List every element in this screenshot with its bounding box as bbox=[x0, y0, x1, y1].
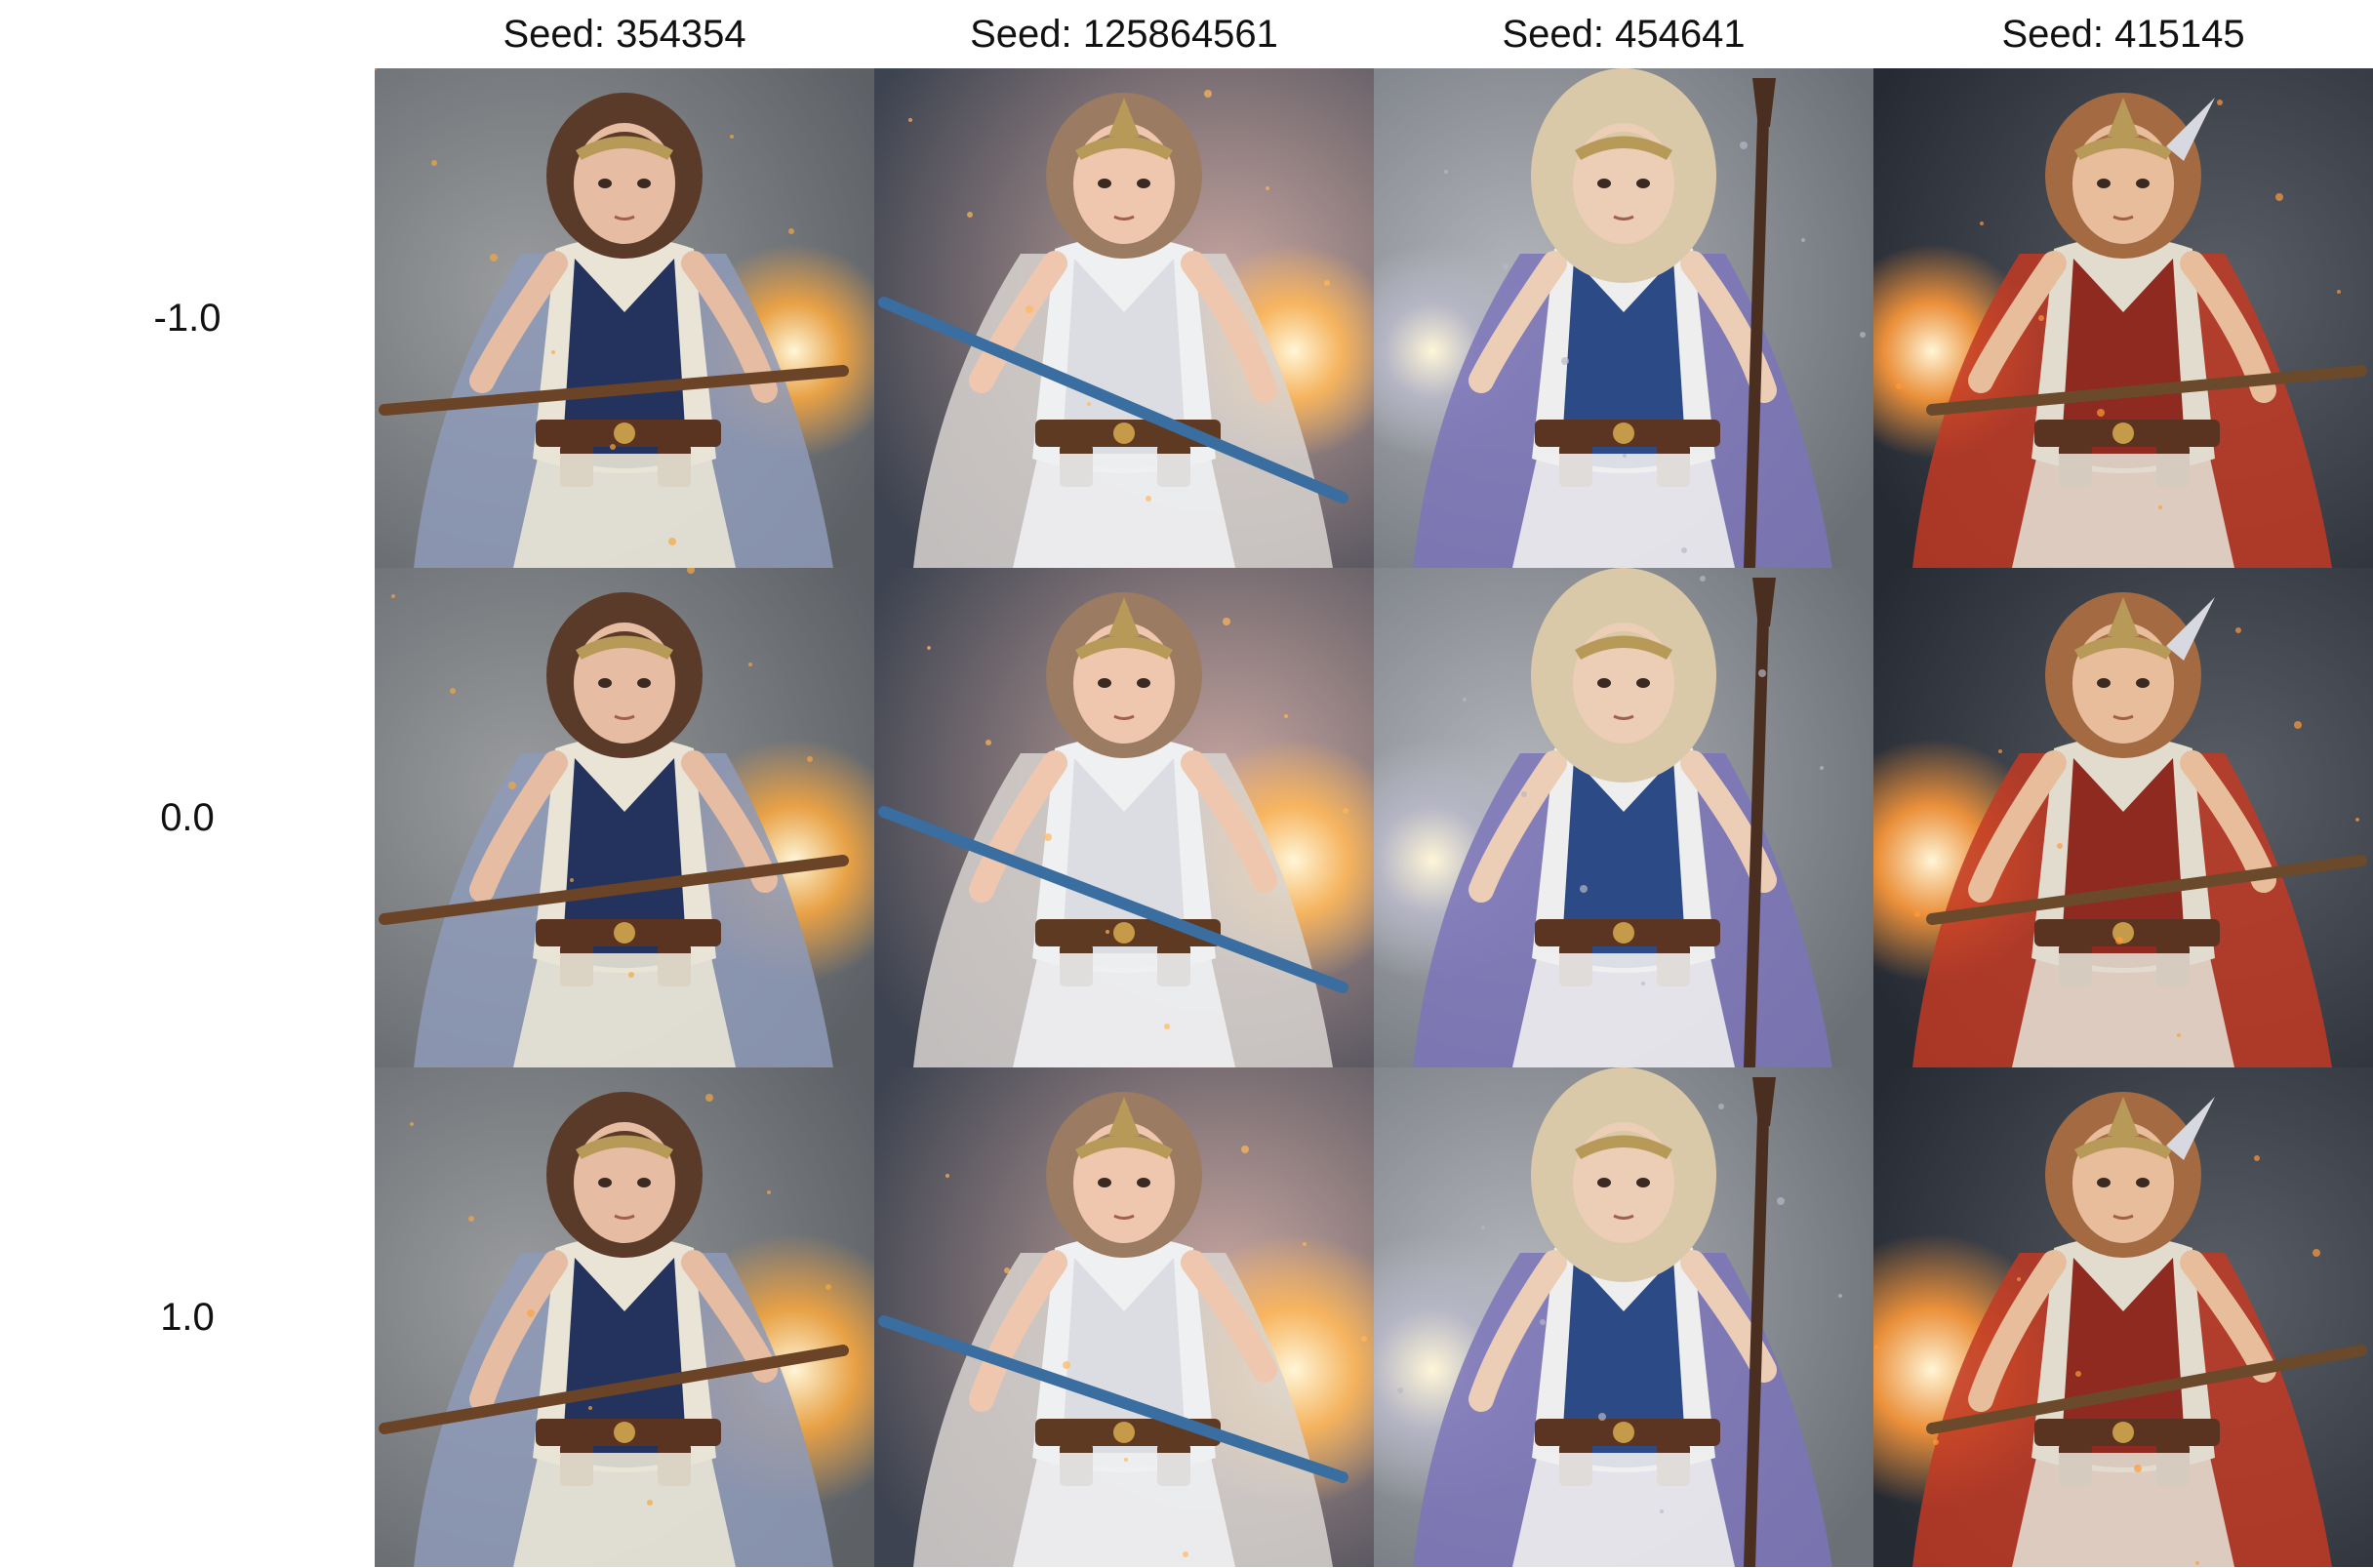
column-header-seed-454641: Seed: 454641 bbox=[1502, 12, 1746, 56]
row-label-neg1: -1.0 bbox=[153, 296, 221, 340]
grid-image-r1-c0 bbox=[375, 568, 874, 1067]
character-illustration bbox=[1374, 568, 1873, 1067]
grid-image-r2-c1 bbox=[874, 1067, 1374, 1567]
character-illustration bbox=[874, 1067, 1374, 1567]
grid-image-r2-c3 bbox=[1873, 1067, 2373, 1567]
character-illustration bbox=[375, 568, 874, 1067]
grid-image-r2-c0 bbox=[375, 1067, 874, 1567]
character-illustration bbox=[1374, 68, 1873, 568]
grid-image-r0-c3 bbox=[1873, 68, 2373, 568]
row-label-pos1: 1.0 bbox=[160, 1295, 215, 1339]
row-label-0: 0.0 bbox=[160, 795, 215, 839]
character-illustration bbox=[1873, 1067, 2373, 1567]
column-header-seed-125864561: Seed: 125864561 bbox=[970, 12, 1278, 56]
character-illustration bbox=[375, 1067, 874, 1567]
grid-image-r2-c2 bbox=[1374, 1067, 1873, 1567]
grid-image-r0-c1 bbox=[874, 68, 1374, 568]
character-illustration bbox=[1374, 1067, 1873, 1567]
grid-image-r1-c3 bbox=[1873, 568, 2373, 1067]
character-illustration bbox=[375, 68, 874, 568]
grid-image-r1-c1 bbox=[874, 568, 1374, 1067]
column-header-seed-415145: Seed: 415145 bbox=[2001, 12, 2245, 56]
character-illustration bbox=[1873, 68, 2373, 568]
grid-image-r1-c2 bbox=[1374, 568, 1873, 1067]
grid-image-r0-c0 bbox=[375, 68, 874, 568]
grid-image-r0-c2 bbox=[1374, 68, 1873, 568]
column-header-seed-354354: Seed: 354354 bbox=[503, 12, 746, 56]
character-illustration bbox=[1873, 568, 2373, 1067]
character-illustration bbox=[874, 568, 1374, 1067]
character-illustration bbox=[874, 68, 1374, 568]
